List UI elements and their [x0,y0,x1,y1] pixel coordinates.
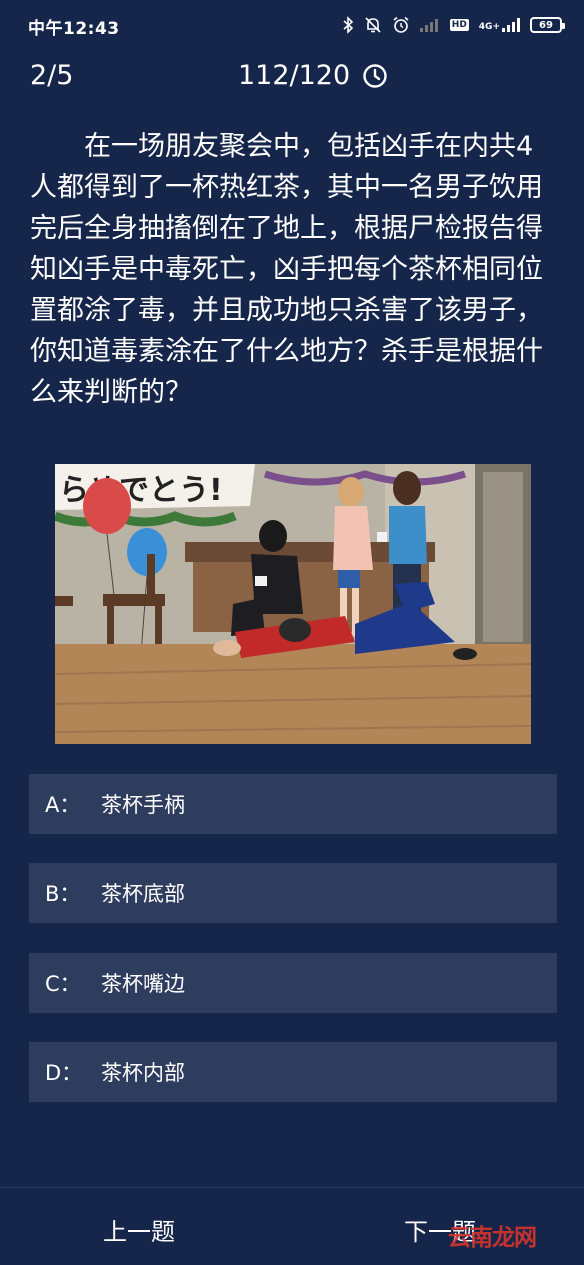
hd-icon: HD [449,19,469,31]
question-progress: 2/5 [30,60,74,91]
watermark-logo: 云南龙网 [448,1225,537,1251]
cell-signal-icon [502,18,520,32]
option-text: 茶杯嘴边 [101,972,185,996]
option-text: 茶杯内部 [101,1061,185,1085]
option-letter: B： [45,882,81,906]
battery-level: 69 [539,19,553,31]
option-letter: A： [45,793,81,817]
battery-icon: 69 [530,17,565,33]
alarm-icon [393,16,409,33]
option-c[interactable]: C： 茶杯嘴边 [29,953,557,1013]
wifi-signal-icon [419,19,438,32]
bluetooth-icon [343,16,353,34]
bottom-divider [0,1187,584,1188]
clock-icon [363,63,387,88]
status-bar: 中午12:43 HD 4G+ 69 [0,0,584,52]
previous-question-button[interactable]: 上一题 [103,1212,175,1247]
status-icons: HD 4G+ 69 [342,13,565,37]
cell-signal: 4G+ [479,18,520,32]
option-text: 茶杯底部 [101,882,185,906]
option-text: 茶杯手柄 [101,793,185,817]
timer-value: 112/120 [238,60,351,91]
countdown-timer: 112/120 [238,60,388,91]
option-d[interactable]: D： 茶杯内部 [29,1042,557,1102]
question-text: 在一场朋友聚会中，包括凶手在内共4人都得到了一杯热红茶，其中一名男子饮用完后全身… [30,131,543,408]
option-a[interactable]: A： 茶杯手柄 [29,774,557,834]
party-scene-image: らめでとう! [55,464,531,744]
question-illustration: らめでとう! [55,464,531,744]
status-time: 中午12:43 [28,19,120,39]
mute-bell-icon [365,17,381,33]
option-letter: C： [45,972,81,996]
option-b[interactable]: B： 茶杯底部 [29,863,557,923]
option-letter: D： [45,1061,83,1085]
network-type: 4G+ [478,22,500,32]
